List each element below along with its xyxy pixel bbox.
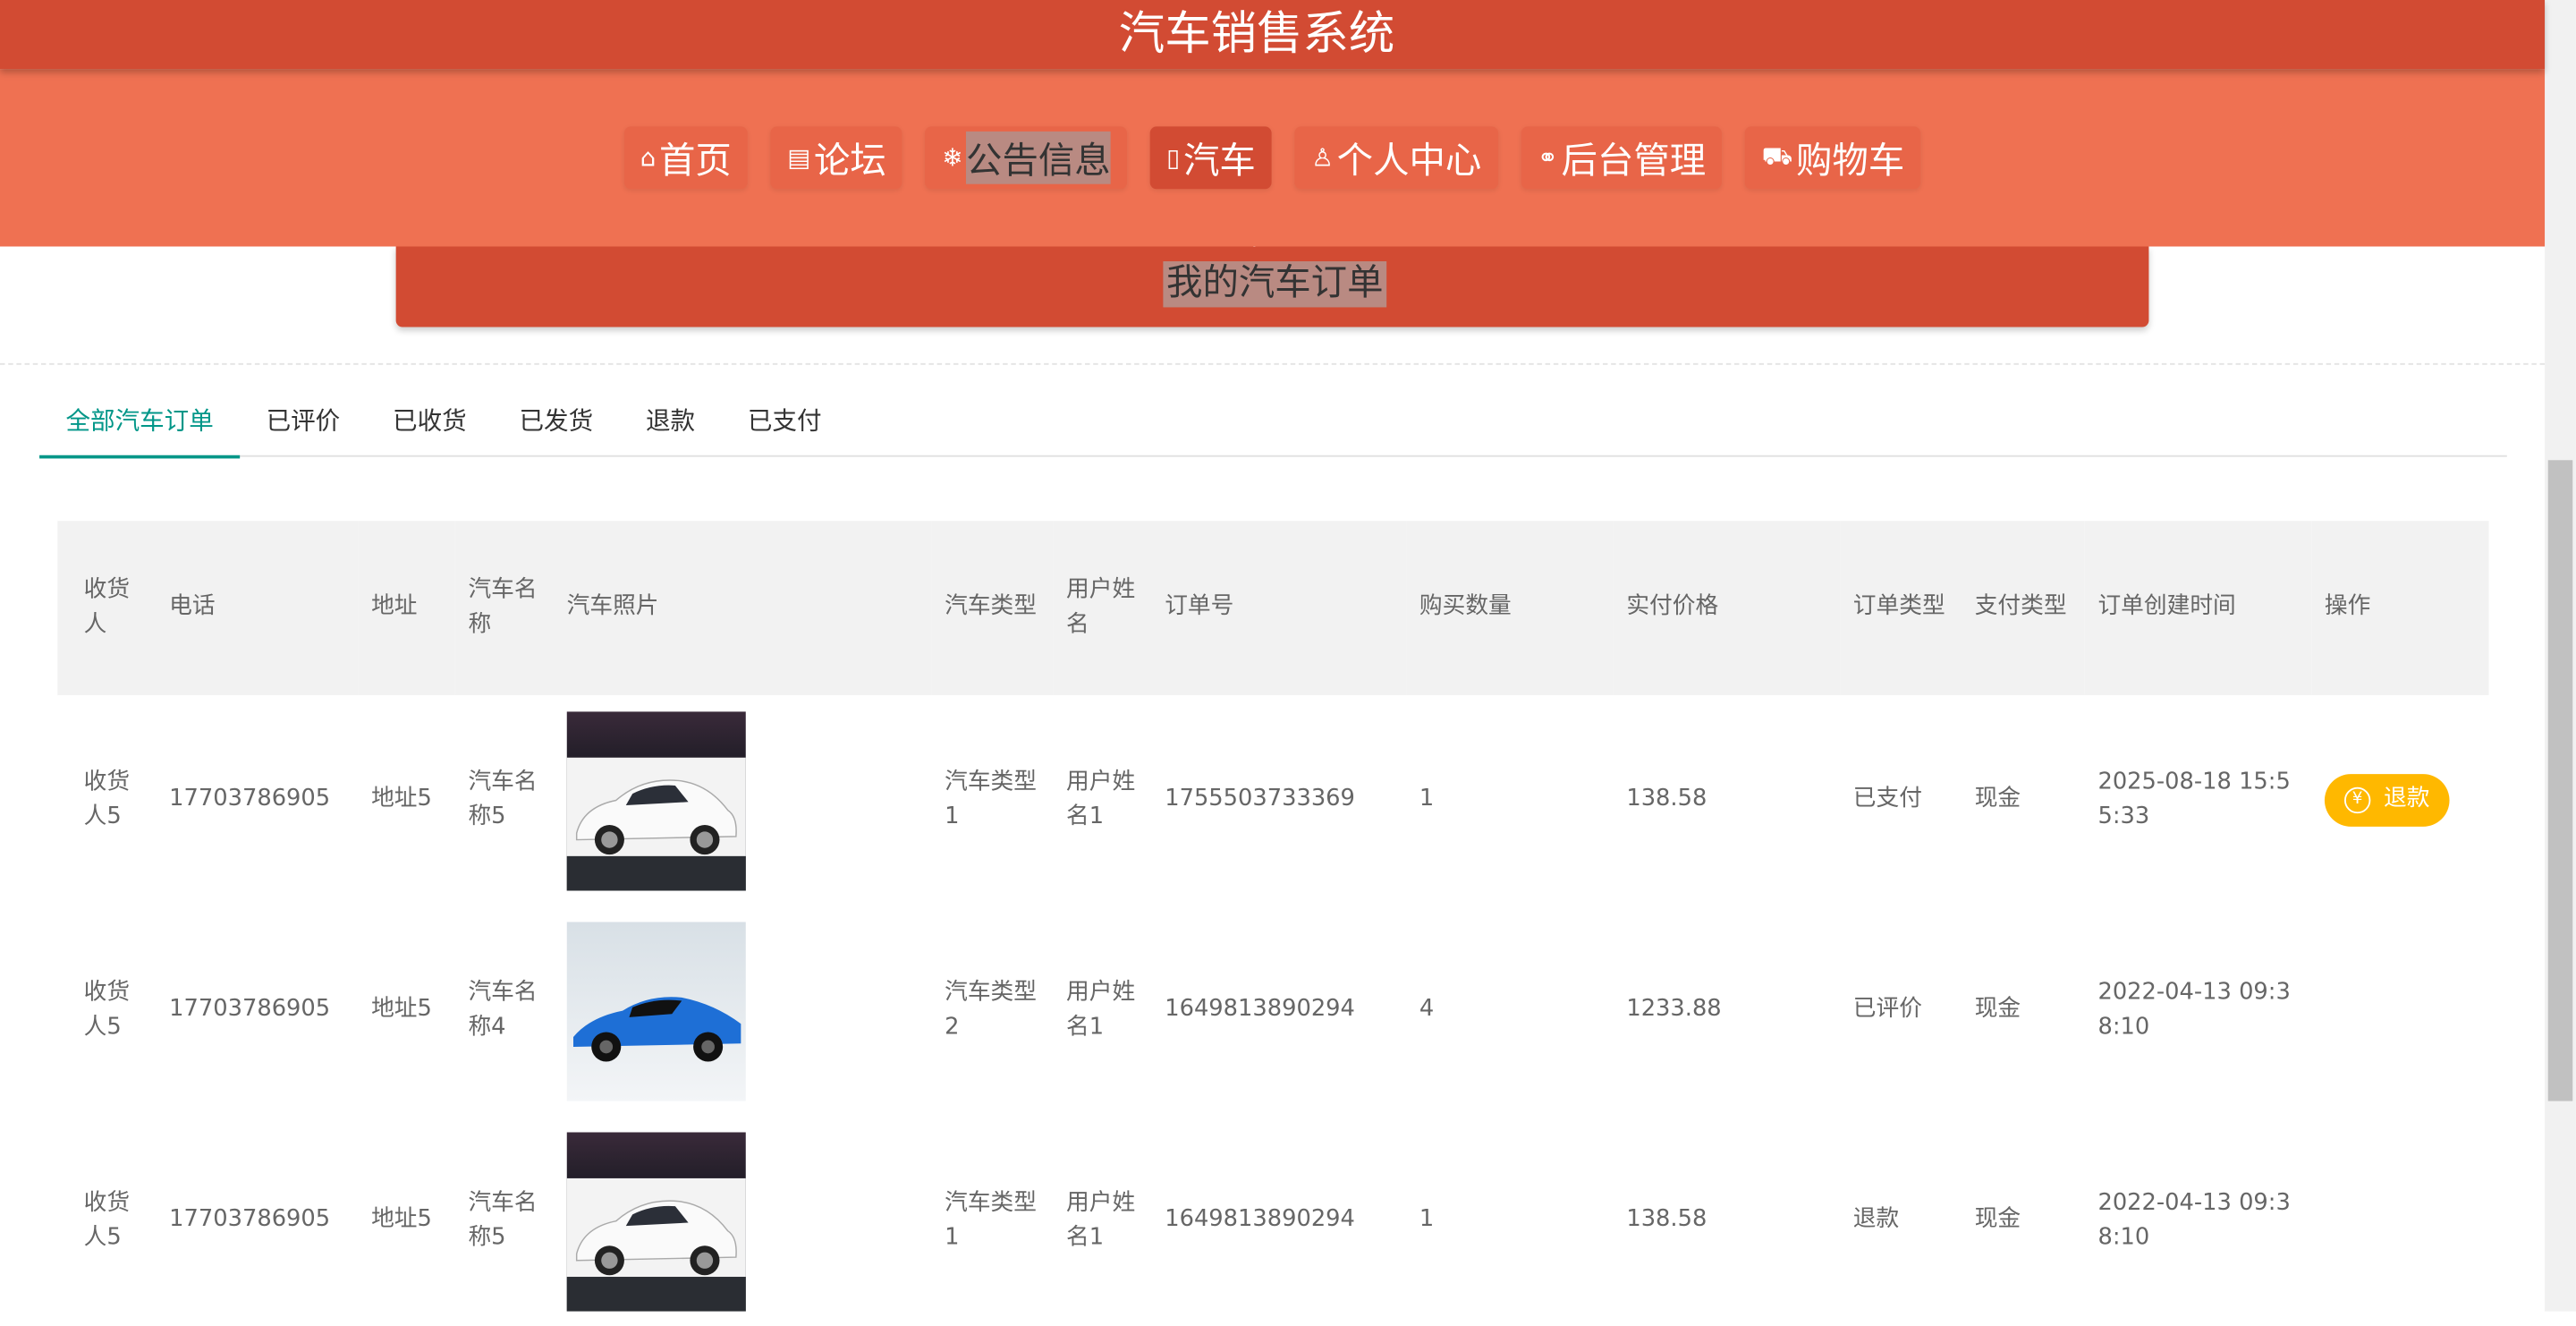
link-icon: ⚭ (1537, 142, 1558, 173)
col-car-name: 汽车名称 (468, 575, 538, 638)
cell-order-type: 已评价 (1852, 996, 1922, 1023)
col-pay-type: 支付类型 (1974, 593, 2067, 620)
cell-user-name: 用户姓名1 (1066, 1188, 1136, 1251)
table-row: 收货人5 17703786905 地址5 汽车名称4 汽车类型2 用户姓名1 1… (57, 905, 2488, 1116)
cell-order-no: 1755503733369 (1165, 786, 1355, 812)
order-tabs: 全部汽车订单 已评价 已收货 已发货 退款 已支付 (39, 387, 2507, 459)
cell-price: 138.58 (1626, 1206, 1707, 1233)
tab-paid[interactable]: 已支付 (721, 387, 847, 453)
divider (0, 362, 2546, 365)
cell-pay-type: 现金 (1974, 786, 2021, 812)
table-row: 收货人5 17703786905 地址5 汽车名称5 汽车类型1 用户姓名1 1… (57, 695, 2488, 905)
scrollbar-thumb[interactable] (2547, 460, 2573, 1101)
cell-created: 2025-08-18 15:55:33 (2097, 768, 2291, 830)
cell-car-type: 汽车类型2 (945, 978, 1037, 1041)
nav-profile[interactable]: ♙ 个人中心 (1294, 126, 1498, 190)
cell-user-name: 用户姓名1 (1066, 978, 1136, 1041)
tab-refund[interactable]: 退款 (620, 387, 722, 453)
tab-all-orders[interactable]: 全部汽车订单 (39, 387, 241, 459)
tab-reviewed[interactable]: 已评价 (240, 387, 366, 453)
snowflake-icon: ❄ (942, 142, 963, 173)
white-car-photo (566, 710, 746, 890)
blue-car-photo (566, 921, 746, 1101)
nav-car[interactable]: ▯ 汽车 (1149, 126, 1273, 190)
cell-price: 138.58 (1626, 786, 1707, 812)
col-user-name: 用户姓名 (1066, 575, 1136, 638)
cell-receiver: 收货人5 (83, 1188, 131, 1251)
col-created: 订单创建时间 (2097, 593, 2236, 620)
orders-table: 收货人 电话 地址 汽车名称 汽车照片 汽车类型 用户姓名 订单号 购买数量 实… (57, 521, 2489, 1326)
cell-created: 2022-04-13 09:38:10 (2097, 978, 2291, 1041)
nav-admin[interactable]: ⚭ 后台管理 (1521, 126, 1723, 190)
table-header-row: 收货人 电话 地址 汽车名称 汽车照片 汽车类型 用户姓名 订单号 购买数量 实… (57, 521, 2489, 695)
col-order-no: 订单号 (1165, 593, 1234, 620)
cell-phone: 17703786905 (169, 996, 331, 1023)
cell-address: 地址5 (371, 996, 432, 1023)
cell-receiver: 收货人5 (83, 978, 131, 1041)
nav-home[interactable]: ⌂ 首页 (623, 126, 749, 190)
cell-car-photo (554, 905, 931, 1116)
nav-notice[interactable]: ❄ 公告信息 (925, 126, 1128, 190)
cell-user-name: 用户姓名1 (1066, 768, 1136, 830)
scrollbar[interactable] (2545, 0, 2576, 1312)
col-phone: 电话 (169, 593, 216, 620)
site-header: 汽车销售系统 (0, 0, 2546, 70)
cell-action (2311, 905, 2488, 1116)
cell-quantity: 1 (1419, 786, 1435, 812)
cell-pay-type: 现金 (1974, 1206, 2021, 1233)
cell-order-no: 1649813890294 (1165, 996, 1355, 1023)
cell-price: 1233.88 (1626, 996, 1722, 1023)
col-car-type: 汽车类型 (945, 593, 1037, 620)
cell-phone: 17703786905 (169, 1206, 331, 1233)
col-quantity: 购买数量 (1419, 593, 1512, 620)
col-address: 地址 (371, 593, 418, 620)
user-icon: ♙ (1311, 142, 1334, 173)
cell-car-photo (554, 1116, 931, 1326)
site-title: 汽车销售系统 (1118, 6, 1395, 61)
tab-shipped[interactable]: 已发货 (493, 387, 619, 453)
cell-car-type: 汽车类型1 (945, 1188, 1037, 1251)
nav-cart[interactable]: ⛟ 购物车 (1745, 126, 1921, 190)
white-car-photo (566, 1131, 746, 1311)
cell-order-no: 1649813890294 (1165, 1206, 1355, 1233)
table-row: 收货人5 17703786905 地址5 汽车名称5 汽车类型1 用户姓名1 1… (57, 1116, 2488, 1326)
cell-car-photo (554, 695, 931, 905)
col-car-photo: 汽车照片 (566, 593, 659, 620)
tab-received[interactable]: 已收货 (367, 387, 493, 453)
col-price: 实付价格 (1626, 593, 1719, 620)
cell-quantity: 4 (1419, 996, 1435, 1023)
cell-action: ¥ 退款 (2311, 695, 2488, 905)
cell-address: 地址5 (371, 1206, 432, 1233)
cell-car-type: 汽车类型1 (945, 768, 1037, 830)
cell-order-type: 已支付 (1852, 786, 1922, 812)
main-nav: ⌂ 首页 ▤ 论坛 ❄ 公告信息 ▯ 汽车 ♙ 个人中心 ⚭ 后台管理 ⛟ 购物车 (0, 126, 2545, 190)
col-order-type: 订单类型 (1852, 593, 1945, 620)
cart-icon: ⛟ (1761, 140, 1793, 172)
page-title: 我的汽车订单 (1163, 261, 1387, 308)
home-icon: ⌂ (640, 142, 657, 173)
cell-receiver: 收货人5 (83, 768, 131, 830)
cell-action (2311, 1116, 2488, 1326)
cell-pay-type: 现金 (1974, 996, 2021, 1023)
cell-address: 地址5 (371, 786, 432, 812)
nav-band: ⌂ 首页 ▤ 论坛 ❄ 公告信息 ▯ 汽车 ♙ 个人中心 ⚭ 后台管理 ⛟ 购物车 (0, 69, 2546, 247)
cell-car-name: 汽车名称5 (468, 768, 538, 830)
cell-car-name: 汽车名称5 (468, 1188, 538, 1251)
cell-quantity: 1 (1419, 1206, 1435, 1233)
cell-created: 2022-04-13 09:38:10 (2097, 1188, 2291, 1251)
cell-car-name: 汽车名称4 (468, 978, 538, 1041)
gift-icon: ▤ (787, 142, 811, 173)
nav-forum[interactable]: ▤ 论坛 (770, 126, 903, 190)
cell-order-type: 退款 (1852, 1206, 1900, 1233)
clipboard-icon: ▯ (1166, 142, 1181, 173)
col-receiver: 收货人 (83, 575, 131, 638)
yen-icon: ¥ (2343, 786, 2371, 814)
col-action: 操作 (2324, 593, 2371, 620)
refund-button[interactable]: ¥ 退款 (2324, 774, 2450, 827)
cell-phone: 17703786905 (169, 786, 331, 812)
